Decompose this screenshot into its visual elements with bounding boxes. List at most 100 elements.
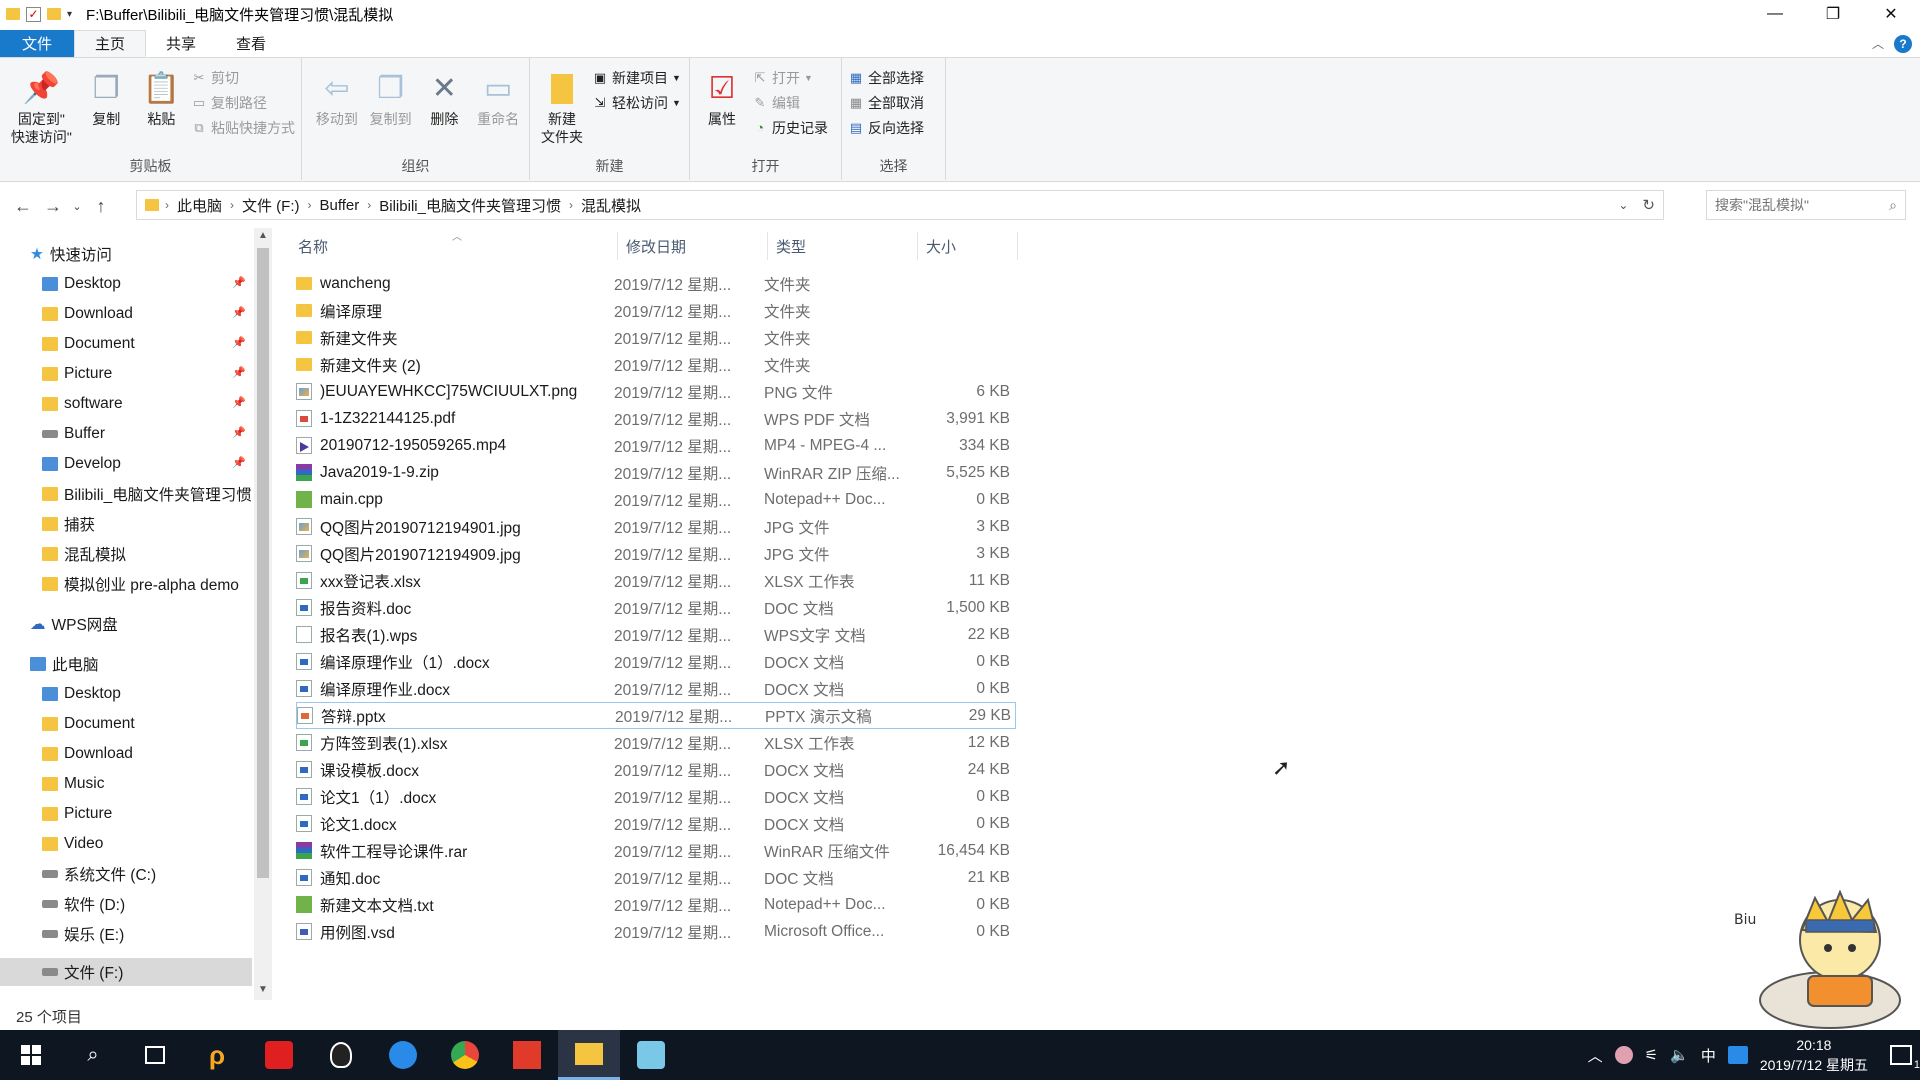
tab-share[interactable]: 共享 (146, 30, 216, 57)
customize-toolbar-caret-icon[interactable]: ▾ (67, 9, 72, 20)
new-item-button[interactable]: ▣ 新建项目 ▼ (592, 68, 681, 88)
breadcrumb-this-pc[interactable]: 此电脑 (171, 195, 228, 216)
tab-view[interactable]: 查看 (216, 30, 286, 57)
column-header-type[interactable]: 类型 (768, 232, 918, 260)
file-row[interactable]: 新建文件夹 (2) 2019/7/12 星期... 文件夹 (296, 351, 1016, 378)
file-row[interactable]: 报告资料.doc 2019/7/12 星期... DOC 文档 1,500 KB (296, 594, 1016, 621)
cut-button[interactable]: ✂ 剪切 (191, 68, 295, 88)
file-row[interactable]: QQ图片20190712194909.jpg 2019/7/12 星期... JPG… (296, 540, 1016, 567)
volume-icon[interactable]: 🔈 (1670, 1046, 1689, 1064)
restore-button[interactable]: ❐ (1804, 0, 1862, 28)
search-box[interactable]: ⌕ (1706, 190, 1906, 220)
tab-file[interactable]: 文件 (0, 30, 75, 57)
search-icon[interactable]: ⌕ (1889, 197, 1897, 214)
help-icon[interactable]: ? (1894, 34, 1912, 53)
collapse-ribbon-icon[interactable]: ︿ (1872, 35, 1884, 52)
back-arrow-icon[interactable]: ← (8, 196, 38, 217)
column-header-name[interactable]: 名称 (290, 232, 618, 260)
nav-quick-chaos[interactable]: 混乱模拟 (42, 540, 126, 568)
invert-selection-button[interactable]: ▤ 反向选择 (848, 118, 924, 138)
nav-drive-c[interactable]: 系统文件 (C:) (42, 860, 156, 888)
minimize-button[interactable]: — (1746, 0, 1804, 28)
forward-arrow-icon[interactable]: → (38, 196, 68, 217)
nav-drive-f[interactable]: 文件 (F:) (0, 958, 252, 986)
file-explorer-app-icon[interactable] (558, 1030, 620, 1080)
file-row[interactable]: 用例图.vsd 2019/7/12 星期... Microsoft Office..… (296, 918, 1016, 945)
file-row[interactable]: 课设模板.docx 2019/7/12 星期... DOCX 文档 24 KB (296, 756, 1016, 783)
address-history-chevron-icon[interactable]: ⌄ (1618, 198, 1628, 212)
chrome-app-icon[interactable] (434, 1030, 496, 1080)
breadcrumb-chevron-icon[interactable]: › (163, 198, 171, 212)
file-row[interactable]: 软件工程导论课件.rar 2019/7/12 星期... WinRAR 压缩文件 16… (296, 837, 1016, 864)
folder-icon[interactable] (6, 8, 20, 20)
file-row[interactable]: wancheng 2019/7/12 星期... 文件夹 (296, 270, 1016, 297)
show-hidden-icons-chevron-icon[interactable]: ︿ (1588, 1045, 1603, 1066)
scroll-up-arrow-icon[interactable]: ▲ (254, 230, 272, 241)
file-row[interactable]: 方阵签到表(1).xlsx 2019/7/12 星期... XLSX 工作表 12 K… (296, 729, 1016, 756)
file-row[interactable]: 论文1（1）.docx 2019/7/12 星期... DOCX 文档 0 KB (296, 783, 1016, 810)
breadcrumb-current[interactable]: 混乱模拟 (575, 195, 647, 216)
nav-pc-picture[interactable]: Picture (42, 800, 112, 828)
ime-mode-indicator[interactable]: 中 (1701, 1045, 1716, 1066)
nav-quick-startup-demo[interactable]: 模拟创业 pre-alpha demo (42, 570, 239, 598)
task-view-icon[interactable] (124, 1030, 186, 1080)
nav-drive-d[interactable]: 软件 (D:) (42, 890, 125, 918)
nav-quick-picture[interactable]: Picture (42, 360, 112, 388)
breadcrumb-chevron-icon[interactable]: › (567, 198, 575, 212)
file-row[interactable]: main.cpp 2019/7/12 星期... Notepad++ Doc... 0… (296, 486, 1016, 513)
file-row[interactable]: Java2019-1-9.zip 2019/7/12 星期... WinRAR ZI… (296, 459, 1016, 486)
baidu-input-icon[interactable] (1727, 1046, 1748, 1064)
nav-drive-e[interactable]: 娱乐 (E:) (42, 920, 124, 948)
file-row[interactable]: 编译原理 2019/7/12 星期... 文件夹 (296, 297, 1016, 324)
up-arrow-icon[interactable]: ↑ (86, 196, 116, 217)
edit-button[interactable]: ✎ 编辑 (752, 93, 828, 113)
open-button[interactable]: ⇱ 打开 ▼ (752, 68, 828, 88)
tab-home[interactable]: 主页 (74, 30, 147, 57)
copy-path-button[interactable]: ▭ 复制路径 (191, 93, 295, 113)
security-icon[interactable] (1614, 1046, 1633, 1064)
nav-wps-cloud[interactable]: ☁ WPS网盘 (30, 610, 118, 638)
history-button[interactable]: ◔ 历史记录 (752, 118, 828, 138)
file-row[interactable]: 1-1Z322144125.pdf 2019/7/12 星期... WPS PDF … (296, 405, 1016, 432)
anime-app-icon[interactable] (620, 1030, 682, 1080)
nav-pc-music[interactable]: Music (42, 770, 104, 798)
nav-quick-download[interactable]: Download (42, 300, 133, 328)
breadcrumb-chevron-icon[interactable]: › (306, 198, 314, 212)
nav-quick-buffer[interactable]: Buffer (42, 420, 105, 448)
select-none-button[interactable]: ▦ 全部取消 (848, 93, 924, 113)
youdao-dictionary-app-icon[interactable] (248, 1030, 310, 1080)
scroll-down-arrow-icon[interactable]: ▼ (254, 984, 272, 995)
refresh-icon[interactable]: ↻ (1642, 196, 1655, 214)
nav-pc-desktop[interactable]: Desktop (42, 680, 121, 708)
file-row[interactable]: 通知.doc 2019/7/12 星期... DOC 文档 21 KB (296, 864, 1016, 891)
nav-quick-desktop[interactable]: Desktop (42, 270, 121, 298)
search-input[interactable] (1715, 197, 1875, 213)
column-header-size[interactable]: 大小 (918, 232, 1018, 260)
wifi-icon[interactable]: ⚟ (1645, 1046, 1658, 1064)
select-all-button[interactable]: ▦ 全部选择 (848, 68, 924, 88)
file-row[interactable]: 报名表(1).wps 2019/7/12 星期... WPS文字 文档 22 KB (296, 621, 1016, 648)
address-bar[interactable]: › 此电脑 › 文件 (F:) › Buffer › Bilibili_电脑文件… (136, 190, 1664, 220)
breadcrumb-bilibili[interactable]: Bilibili_电脑文件夹管理习惯 (373, 195, 567, 216)
recent-locations-chevron-icon[interactable]: ⌄ (68, 200, 86, 213)
qq-app-icon[interactable] (310, 1030, 372, 1080)
file-row[interactable]: 编译原理作业（1）.docx 2019/7/12 星期... DOCX 文档 0 KB (296, 648, 1016, 675)
xmind-app-icon[interactable] (496, 1030, 558, 1080)
close-button[interactable]: ✕ (1862, 0, 1920, 28)
column-header-date[interactable]: 修改日期 (618, 232, 768, 260)
file-row[interactable]: )EUUAYEWHKCC]75WCIUULXT.png 2019/7/12 星期.… (296, 378, 1016, 405)
file-row[interactable]: 新建文本文档.txt 2019/7/12 星期... Notepad++ Doc..… (296, 891, 1016, 918)
nav-quick-document[interactable]: Document (42, 330, 135, 358)
search-icon[interactable]: ⌕ (62, 1030, 124, 1080)
nav-quick-software[interactable]: software (42, 390, 123, 418)
file-row[interactable]: 新建文件夹 2019/7/12 星期... 文件夹 (296, 324, 1016, 351)
nav-pc-video[interactable]: Video (42, 830, 103, 858)
nav-scrollbar[interactable]: ▲ ▼ (254, 228, 272, 1000)
nav-pc-document[interactable]: Document (42, 710, 135, 738)
nav-quick-access[interactable]: ★ 快速访问 (30, 240, 112, 268)
notification-center-icon[interactable]: 1 (1890, 1045, 1920, 1071)
scroll-thumb[interactable] (257, 248, 269, 878)
file-row[interactable]: 20190712-195059265.mp4 2019/7/12 星期... MP4… (296, 432, 1016, 459)
nav-quick-capture[interactable]: 捕获 (42, 510, 95, 538)
new-folder-icon[interactable] (47, 8, 61, 20)
